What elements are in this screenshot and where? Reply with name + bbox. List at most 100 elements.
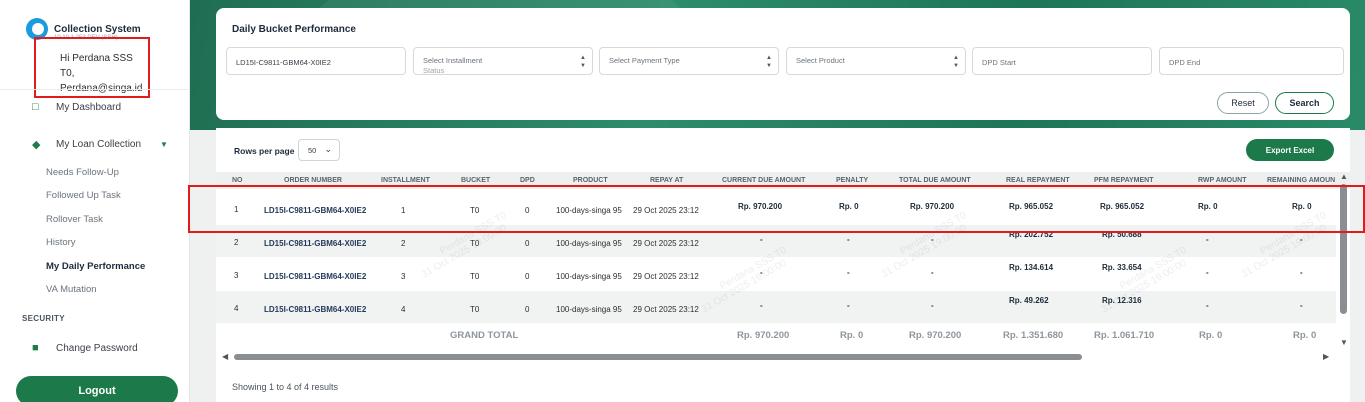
payment-type-select[interactable]: Select Payment Type ▲ ▼ xyxy=(599,47,779,75)
cell-dpd: 0 xyxy=(525,272,530,281)
sidebar-divider xyxy=(0,89,190,90)
cell-dpd: 0 xyxy=(525,206,530,215)
cell-total-due: Rp. 970.200 xyxy=(910,202,955,211)
horizontal-scroll-thumb[interactable] xyxy=(234,354,1082,360)
cell-product: 100-days-singa 95 xyxy=(556,206,622,215)
dpd-end-input[interactable]: DPD End xyxy=(1159,47,1344,75)
scroll-down-icon[interactable]: ▼ xyxy=(1340,338,1348,347)
cell-total-due: - xyxy=(931,301,934,310)
cell-repay-at: 29 Oct 2025 23:12 xyxy=(633,272,699,281)
sidebar-subitem-rollover-task[interactable]: Rollover Task xyxy=(0,214,190,225)
cell-remaining: Rp. 0 xyxy=(1292,202,1312,211)
user-greeting: Hi Perdana SSS T0, xyxy=(60,53,133,79)
search-button[interactable]: Search xyxy=(1275,92,1334,114)
column-header: REAL REPAYMENT xyxy=(1006,177,1070,184)
cell-current-due: - xyxy=(760,301,763,310)
column-header: PFM REPAYMENT xyxy=(1094,177,1154,184)
sidebar-item-label: My Loan Collection xyxy=(56,139,142,150)
rows-per-page-label: Rows per page xyxy=(234,146,295,156)
sidebar-subitem-my-daily-performance[interactable]: My Daily Performance xyxy=(0,261,190,272)
grand-total-penalty: Rp. 0 xyxy=(840,330,864,341)
column-header: PRODUCT xyxy=(573,177,608,184)
column-header: RWP AMOUNT xyxy=(1198,177,1247,184)
order-number-input[interactable]: LD15I-C9811-GBM64-X0IE2 xyxy=(226,47,406,75)
payment-type-placeholder: Select Payment Type xyxy=(609,56,680,65)
cell-total-due: - xyxy=(931,235,934,244)
security-section-label: SECURITY xyxy=(22,314,65,323)
updown-icon: ▲ ▼ xyxy=(766,55,772,69)
cell-penalty: - xyxy=(847,301,850,310)
table-row[interactable]: 3 LD15I-C9811-GBM64-X0IE2 3 T0 0 100-day… xyxy=(216,258,1336,290)
cell-rwp-amount: - xyxy=(1206,235,1209,244)
sidebar-item-my-dashboard[interactable]: □ My Dashboard xyxy=(0,101,190,113)
cell-no: 3 xyxy=(234,271,239,280)
column-header: REPAY AT xyxy=(650,177,684,184)
sidebar-subitem-history[interactable]: History xyxy=(0,237,190,248)
dpd-start-input[interactable]: DPD Start xyxy=(972,47,1152,75)
vertical-scrollbar[interactable]: ▲ ▼ xyxy=(1338,172,1350,350)
cell-rwp-amount: - xyxy=(1206,301,1209,310)
laptop-icon: □ xyxy=(32,101,39,113)
scroll-up-icon[interactable]: ▲ xyxy=(1340,172,1348,181)
cell-rwp-amount: Rp. 0 xyxy=(1198,202,1218,211)
sidebar-subitem-needs-follow-up[interactable]: Needs Follow-Up xyxy=(0,167,190,178)
results-count: Showing 1 to 4 of 4 results xyxy=(232,382,339,392)
column-header: BUCKET xyxy=(461,177,491,184)
page-title: Daily Bucket Performance xyxy=(232,24,356,35)
grand-total-row: GRAND TOTAL Rp. 970.200 Rp. 0 Rp. 970.20… xyxy=(216,326,1336,346)
cell-penalty: - xyxy=(847,268,850,277)
cell-installment: 4 xyxy=(401,305,406,314)
grand-total-remaining: Rp. 0 xyxy=(1293,330,1317,341)
table-row[interactable]: 2 LD15I-C9811-GBM64-X0IE2 2 T0 0 100-day… xyxy=(216,225,1336,257)
cell-order-number[interactable]: LD15I-C9811-GBM64-X0IE2 xyxy=(264,272,366,281)
cell-current-due: Rp. 970.200 xyxy=(738,202,783,211)
cell-pfm-repayment: Rp. 33.654 xyxy=(1102,263,1142,272)
cell-pfm-repayment: Rp. 50.688 xyxy=(1102,230,1142,239)
horizontal-scrollbar[interactable]: ◀ ▶ xyxy=(218,351,1333,363)
cell-repay-at: 29 Oct 2025 23:12 xyxy=(633,305,699,314)
product-placeholder: Select Product xyxy=(796,56,845,65)
rows-per-page-select[interactable]: 50 ⌄ xyxy=(298,139,340,161)
export-excel-button[interactable]: Export Excel xyxy=(1246,139,1334,161)
logout-button[interactable]: Logout xyxy=(16,376,178,402)
cell-remaining: - xyxy=(1300,301,1303,310)
product-select[interactable]: Select Product ▲ ▼ xyxy=(786,47,966,75)
cell-real-repayment: Rp. 965.052 xyxy=(1009,202,1054,211)
table-row[interactable]: 4 LD15I-C9811-GBM64-X0IE2 4 T0 0 100-day… xyxy=(216,291,1336,323)
cell-current-due: - xyxy=(760,268,763,277)
sidebar-item-change-password[interactable]: ■ Change Password xyxy=(0,342,190,354)
sidebar-item-label: Change Password xyxy=(56,342,138,354)
scroll-right-icon[interactable]: ▶ xyxy=(1323,352,1329,361)
chevron-down-icon: ⌄ xyxy=(324,144,332,154)
column-header: INSTALLMENT xyxy=(381,177,430,184)
sidebar-subitem-followed-up-task[interactable]: Followed Up Task xyxy=(0,190,190,201)
installment-status-select[interactable]: Select Installment Status ▲ ▼ xyxy=(413,47,593,75)
column-header: DPD xyxy=(520,177,535,184)
cell-order-number[interactable]: LD15I-C9811-GBM64-X0IE2 xyxy=(264,206,366,215)
cell-bucket: T0 xyxy=(470,206,480,215)
sidebar-subitem-va-mutation[interactable]: VA Mutation xyxy=(0,284,190,295)
cell-real-repayment: Rp. 134.614 xyxy=(1009,263,1054,272)
grand-total-label: GRAND TOTAL xyxy=(450,330,519,341)
table-row[interactable]: 1 LD15I-C9811-GBM64-X0IE2 1 T0 0 100-day… xyxy=(216,192,1336,224)
grand-total-pfm-repayment: Rp. 1.061.710 xyxy=(1094,330,1155,341)
scroll-left-icon[interactable]: ◀ xyxy=(222,352,228,361)
vertical-scroll-thumb[interactable] xyxy=(1340,184,1347,314)
cell-no: 1 xyxy=(234,205,239,214)
cell-order-number[interactable]: LD15I-C9811-GBM64-X0IE2 xyxy=(264,305,366,314)
column-header: PENALTY xyxy=(836,177,869,184)
cell-total-due: - xyxy=(931,268,934,277)
cell-installment: 3 xyxy=(401,272,406,281)
reset-button[interactable]: Reset xyxy=(1217,92,1269,114)
rows-per-page-value: 50 xyxy=(308,146,317,155)
sidebar: Collection System 10.10.1.253 DEV (SSH) … xyxy=(0,0,190,402)
cell-repay-at: 29 Oct 2025 23:12 xyxy=(633,206,699,215)
cell-order-number[interactable]: LD15I-C9811-GBM64-X0IE2 xyxy=(264,239,366,248)
filter-card: Daily Bucket Performance LD15I-C9811-GBM… xyxy=(216,8,1350,120)
cell-bucket: T0 xyxy=(470,239,480,248)
cell-penalty: - xyxy=(847,235,850,244)
results-card: Rows per page 50 ⌄ Export Excel NO ORDER… xyxy=(216,128,1350,402)
sidebar-item-my-loan-collection[interactable]: ◆ My Loan Collection ▼ xyxy=(0,138,190,151)
cell-dpd: 0 xyxy=(525,305,530,314)
updown-icon: ▲ ▼ xyxy=(953,55,959,69)
